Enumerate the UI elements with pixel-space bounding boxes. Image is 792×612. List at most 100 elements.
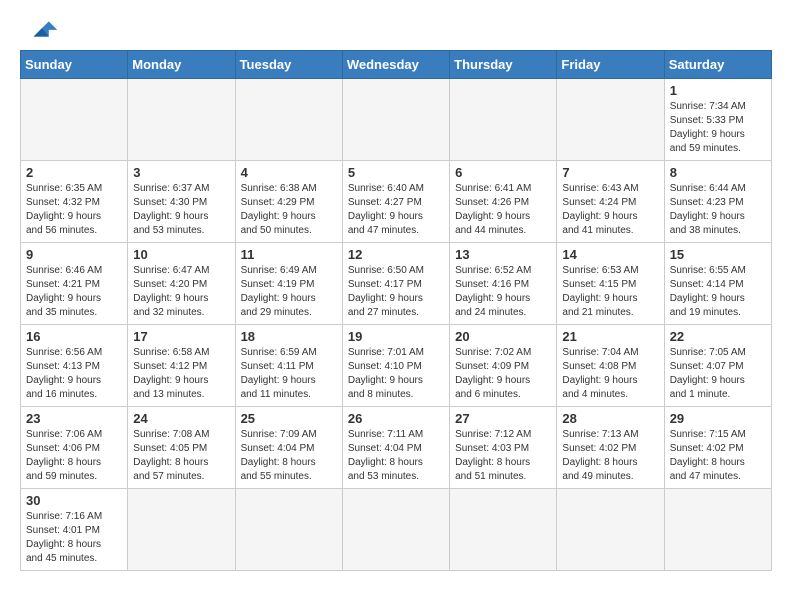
calendar-cell bbox=[450, 489, 557, 571]
day-info: Sunrise: 6:47 AM Sunset: 4:20 PM Dayligh… bbox=[133, 264, 229, 320]
calendar-cell bbox=[128, 79, 235, 161]
calendar-cell bbox=[664, 489, 771, 571]
day-number: 14 bbox=[562, 247, 658, 262]
calendar-cell: 19 Sunrise: 7:01 AM Sunset: 4:10 PM Dayli… bbox=[342, 325, 449, 407]
calendar-cell: 25 Sunrise: 7:09 AM Sunset: 4:04 PM Dayli… bbox=[235, 407, 342, 489]
day-info: Sunrise: 6:56 AM Sunset: 4:13 PM Dayligh… bbox=[26, 346, 122, 402]
day-info: Sunrise: 6:55 AM Sunset: 4:14 PM Dayligh… bbox=[670, 264, 766, 320]
day-info: Sunrise: 7:01 AM Sunset: 4:10 PM Dayligh… bbox=[348, 346, 444, 402]
day-number: 22 bbox=[670, 329, 766, 344]
calendar-cell: 2Sunrise: 6:35 AM Sunset: 4:32 PM Daylig… bbox=[21, 161, 128, 243]
day-number: 23 bbox=[26, 411, 122, 426]
calendar-row: 30 Sunrise: 7:16 AM Sunset: 4:01 PM Dayli… bbox=[21, 489, 772, 571]
header bbox=[20, 16, 772, 40]
day-number: 16 bbox=[26, 329, 122, 344]
calendar-cell: 20 Sunrise: 7:02 AM Sunset: 4:09 PM Dayli… bbox=[450, 325, 557, 407]
header-monday: Monday bbox=[128, 51, 235, 79]
day-number: 20 bbox=[455, 329, 551, 344]
day-number: 6 bbox=[455, 165, 551, 180]
header-tuesday: Tuesday bbox=[235, 51, 342, 79]
calendar-cell bbox=[450, 79, 557, 161]
calendar-cell: 7Sunrise: 6:43 AM Sunset: 4:24 PM Daylig… bbox=[557, 161, 664, 243]
calendar-cell bbox=[557, 489, 664, 571]
calendar-cell bbox=[342, 489, 449, 571]
calendar-row: 9 Sunrise: 6:46 AM Sunset: 4:21 PM Daylig… bbox=[21, 243, 772, 325]
calendar-cell: 26 Sunrise: 7:11 AM Sunset: 4:04 PM Dayli… bbox=[342, 407, 449, 489]
day-info: Sunrise: 6:53 AM Sunset: 4:15 PM Dayligh… bbox=[562, 264, 658, 320]
header-thursday: Thursday bbox=[450, 51, 557, 79]
calendar-cell: 4 Sunrise: 6:38 AM Sunset: 4:29 PM Daylig… bbox=[235, 161, 342, 243]
header-wednesday: Wednesday bbox=[342, 51, 449, 79]
calendar-cell bbox=[235, 489, 342, 571]
day-number: 17 bbox=[133, 329, 229, 344]
day-number: 1 bbox=[670, 83, 766, 98]
day-number: 4 bbox=[241, 165, 337, 180]
day-info: Sunrise: 6:40 AM Sunset: 4:27 PM Dayligh… bbox=[348, 182, 444, 238]
day-number: 10 bbox=[133, 247, 229, 262]
day-number: 7 bbox=[562, 165, 658, 180]
calendar-row: 1Sunrise: 7:34 AM Sunset: 5:33 PM Daylig… bbox=[21, 79, 772, 161]
calendar-cell: 15 Sunrise: 6:55 AM Sunset: 4:14 PM Dayli… bbox=[664, 243, 771, 325]
day-number: 9 bbox=[26, 247, 122, 262]
calendar-cell: 9 Sunrise: 6:46 AM Sunset: 4:21 PM Daylig… bbox=[21, 243, 128, 325]
calendar-cell bbox=[557, 79, 664, 161]
day-info: Sunrise: 7:08 AM Sunset: 4:05 PM Dayligh… bbox=[133, 428, 229, 484]
calendar-cell: 27 Sunrise: 7:12 AM Sunset: 4:03 PM Dayli… bbox=[450, 407, 557, 489]
day-number: 28 bbox=[562, 411, 658, 426]
calendar-cell bbox=[128, 489, 235, 571]
day-info: Sunrise: 7:11 AM Sunset: 4:04 PM Dayligh… bbox=[348, 428, 444, 484]
header-friday: Friday bbox=[557, 51, 664, 79]
calendar-cell: 16 Sunrise: 6:56 AM Sunset: 4:13 PM Dayli… bbox=[21, 325, 128, 407]
day-info: Sunrise: 6:58 AM Sunset: 4:12 PM Dayligh… bbox=[133, 346, 229, 402]
day-info: Sunrise: 6:37 AM Sunset: 4:30 PM Dayligh… bbox=[133, 182, 229, 238]
day-number: 5 bbox=[348, 165, 444, 180]
day-info: Sunrise: 7:15 AM Sunset: 4:02 PM Dayligh… bbox=[670, 428, 766, 484]
calendar-cell: 13 Sunrise: 6:52 AM Sunset: 4:16 PM Dayli… bbox=[450, 243, 557, 325]
day-header-row: Sunday Monday Tuesday Wednesday Thursday… bbox=[21, 51, 772, 79]
day-number: 2 bbox=[26, 165, 122, 180]
day-number: 11 bbox=[241, 247, 337, 262]
day-info: Sunrise: 6:59 AM Sunset: 4:11 PM Dayligh… bbox=[241, 346, 337, 402]
calendar: Sunday Monday Tuesday Wednesday Thursday… bbox=[20, 50, 772, 571]
day-info: Sunrise: 6:44 AM Sunset: 4:23 PM Dayligh… bbox=[670, 182, 766, 238]
logo-icon bbox=[24, 18, 60, 40]
day-info: Sunrise: 7:05 AM Sunset: 4:07 PM Dayligh… bbox=[670, 346, 766, 402]
calendar-cell: 8 Sunrise: 6:44 AM Sunset: 4:23 PM Daylig… bbox=[664, 161, 771, 243]
day-number: 15 bbox=[670, 247, 766, 262]
calendar-cell: 28Sunrise: 7:13 AM Sunset: 4:02 PM Dayli… bbox=[557, 407, 664, 489]
day-number: 27 bbox=[455, 411, 551, 426]
day-number: 29 bbox=[670, 411, 766, 426]
day-number: 26 bbox=[348, 411, 444, 426]
day-info: Sunrise: 7:12 AM Sunset: 4:03 PM Dayligh… bbox=[455, 428, 551, 484]
calendar-row: 23Sunrise: 7:06 AM Sunset: 4:06 PM Dayli… bbox=[21, 407, 772, 489]
day-info: Sunrise: 6:50 AM Sunset: 4:17 PM Dayligh… bbox=[348, 264, 444, 320]
day-number: 12 bbox=[348, 247, 444, 262]
calendar-cell: 11 Sunrise: 6:49 AM Sunset: 4:19 PM Dayli… bbox=[235, 243, 342, 325]
calendar-cell bbox=[21, 79, 128, 161]
header-saturday: Saturday bbox=[664, 51, 771, 79]
calendar-cell: 10 Sunrise: 6:47 AM Sunset: 4:20 PM Dayli… bbox=[128, 243, 235, 325]
calendar-cell bbox=[342, 79, 449, 161]
day-number: 24 bbox=[133, 411, 229, 426]
calendar-cell: 5 Sunrise: 6:40 AM Sunset: 4:27 PM Daylig… bbox=[342, 161, 449, 243]
day-number: 30 bbox=[26, 493, 122, 508]
day-number: 8 bbox=[670, 165, 766, 180]
day-info: Sunrise: 6:49 AM Sunset: 4:19 PM Dayligh… bbox=[241, 264, 337, 320]
day-info: Sunrise: 6:46 AM Sunset: 4:21 PM Dayligh… bbox=[26, 264, 122, 320]
day-number: 19 bbox=[348, 329, 444, 344]
day-info: Sunrise: 6:41 AM Sunset: 4:26 PM Dayligh… bbox=[455, 182, 551, 238]
day-info: Sunrise: 7:02 AM Sunset: 4:09 PM Dayligh… bbox=[455, 346, 551, 402]
day-info: Sunrise: 6:38 AM Sunset: 4:29 PM Dayligh… bbox=[241, 182, 337, 238]
calendar-cell: 1Sunrise: 7:34 AM Sunset: 5:33 PM Daylig… bbox=[664, 79, 771, 161]
day-info: Sunrise: 7:16 AM Sunset: 4:01 PM Dayligh… bbox=[26, 510, 122, 566]
header-sunday: Sunday bbox=[21, 51, 128, 79]
day-info: Sunrise: 6:52 AM Sunset: 4:16 PM Dayligh… bbox=[455, 264, 551, 320]
calendar-cell bbox=[235, 79, 342, 161]
calendar-row: 2Sunrise: 6:35 AM Sunset: 4:32 PM Daylig… bbox=[21, 161, 772, 243]
page: Sunday Monday Tuesday Wednesday Thursday… bbox=[0, 0, 792, 587]
day-info: Sunrise: 7:09 AM Sunset: 4:04 PM Dayligh… bbox=[241, 428, 337, 484]
day-number: 25 bbox=[241, 411, 337, 426]
calendar-cell: 21Sunrise: 7:04 AM Sunset: 4:08 PM Dayli… bbox=[557, 325, 664, 407]
day-number: 13 bbox=[455, 247, 551, 262]
calendar-cell: 3Sunrise: 6:37 AM Sunset: 4:30 PM Daylig… bbox=[128, 161, 235, 243]
